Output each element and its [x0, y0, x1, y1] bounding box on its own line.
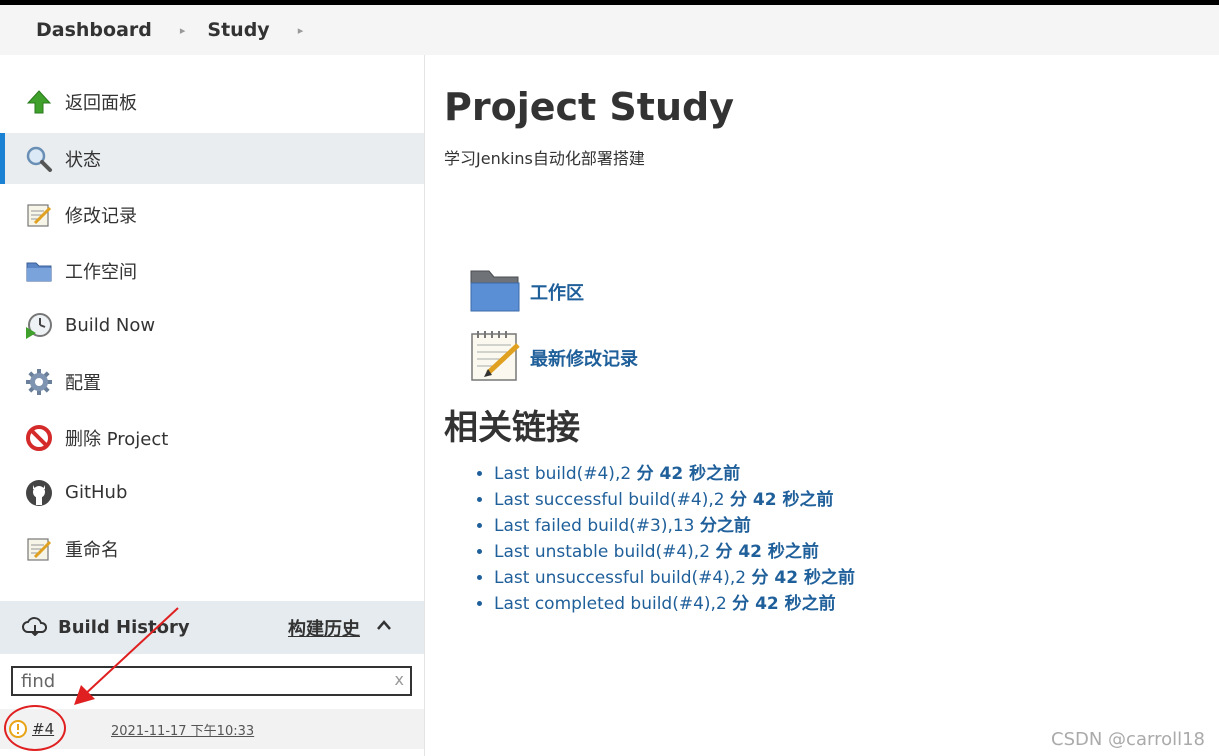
- permalink-last-unstable-build[interactable]: Last unstable build(#4),2 分 42 秒之前: [494, 542, 819, 562]
- github-icon: [24, 478, 54, 508]
- list-item: Last unstable build(#4),2 分 42 秒之前: [494, 539, 855, 565]
- task-workspace[interactable]: 工作空间: [0, 245, 424, 296]
- cloud-icon: [22, 616, 48, 640]
- folder-icon: [468, 265, 522, 319]
- permalinks-list: Last build(#4),2 分 42 秒之前 Last successfu…: [476, 461, 855, 617]
- task-back-to-dashboard[interactable]: 返回面板: [0, 76, 424, 127]
- task-changes[interactable]: 修改记录: [0, 189, 424, 240]
- task-github[interactable]: GitHub: [0, 467, 424, 518]
- task-delete-project[interactable]: 删除 Project: [0, 412, 424, 463]
- build-date-link[interactable]: 2021-11-17 下午10:33: [111, 720, 254, 739]
- project-description: 学习Jenkins自动化部署搭建: [444, 149, 645, 168]
- task-label: 状态: [65, 149, 101, 171]
- gear-icon: [24, 367, 54, 397]
- breadcrumb-dashboard[interactable]: Dashboard: [36, 19, 152, 41]
- task-configure[interactable]: 配置: [0, 356, 424, 407]
- task-build-now[interactable]: Build Now: [0, 300, 424, 351]
- clear-search-icon[interactable]: x: [395, 670, 404, 689]
- task-label: 删除 Project: [65, 428, 169, 450]
- folder-icon: [24, 256, 54, 286]
- list-item: Last unsuccessful build(#4),2 分 42 秒之前: [494, 565, 855, 591]
- no-entry-icon: [24, 423, 54, 453]
- page-title: Project Study: [444, 85, 734, 129]
- notepad-icon: [468, 329, 522, 387]
- list-item: Last successful build(#4),2 分 42 秒之前: [494, 487, 855, 513]
- annotation-circle: [4, 705, 66, 751]
- permalink-last-completed-build[interactable]: Last completed build(#4),2 分 42 秒之前: [494, 594, 836, 614]
- task-label: 工作空间: [65, 261, 137, 283]
- task-label: 修改记录: [65, 205, 137, 227]
- list-item: Last completed build(#4),2 分 42 秒之前: [494, 591, 855, 617]
- list-item: Last build(#4),2 分 42 秒之前: [494, 461, 855, 487]
- workspace-link-label[interactable]: 工作区: [530, 279, 584, 305]
- permalink-last-failed-build[interactable]: Last failed build(#3),13 分之前: [494, 516, 751, 536]
- task-rename[interactable]: 重命名: [0, 523, 424, 574]
- workspace-link[interactable]: 工作区: [468, 265, 584, 319]
- recent-changes-link[interactable]: 最新修改记录: [468, 329, 638, 387]
- breadcrumb-chevron-icon[interactable]: ▸: [180, 24, 186, 37]
- breadcrumb: Dashboard ▸ Study ▸: [0, 5, 1219, 55]
- permalink-last-successful-build[interactable]: Last successful build(#4),2 分 42 秒之前: [494, 490, 833, 510]
- notepad-icon: [24, 200, 54, 230]
- list-item: Last failed build(#3),13 分之前: [494, 513, 855, 539]
- clock-play-icon: [24, 311, 54, 341]
- permalink-last-unsuccessful-build[interactable]: Last unsuccessful build(#4),2 分 42 秒之前: [494, 568, 855, 588]
- breadcrumb-chevron-icon[interactable]: ▸: [298, 24, 304, 37]
- chevron-up-icon[interactable]: [375, 616, 393, 638]
- notepad-icon: [24, 534, 54, 564]
- magnifier-icon: [24, 144, 54, 174]
- task-status[interactable]: 状态: [0, 133, 424, 184]
- task-label: Build Now: [65, 315, 156, 336]
- task-label: GitHub: [65, 482, 128, 503]
- up-arrow-icon: [24, 87, 54, 117]
- recent-changes-label[interactable]: 最新修改记录: [530, 345, 638, 371]
- related-links-title: 相关链接: [444, 408, 580, 448]
- permalink-last-build[interactable]: Last build(#4),2 分 42 秒之前: [494, 464, 740, 484]
- build-trend-link[interactable]: 构建历史: [288, 615, 360, 641]
- breadcrumb-study[interactable]: Study: [207, 19, 269, 41]
- task-label: 配置: [65, 372, 101, 394]
- main-panel: Project Study 学习Jenkins自动化部署搭建 工作区 最新修改记…: [444, 55, 1219, 756]
- task-label: 重命名: [65, 539, 119, 561]
- watermark: CSDN @carroll18: [1051, 729, 1205, 750]
- annotation-arrow: [74, 607, 179, 705]
- task-label: 返回面板: [65, 92, 137, 114]
